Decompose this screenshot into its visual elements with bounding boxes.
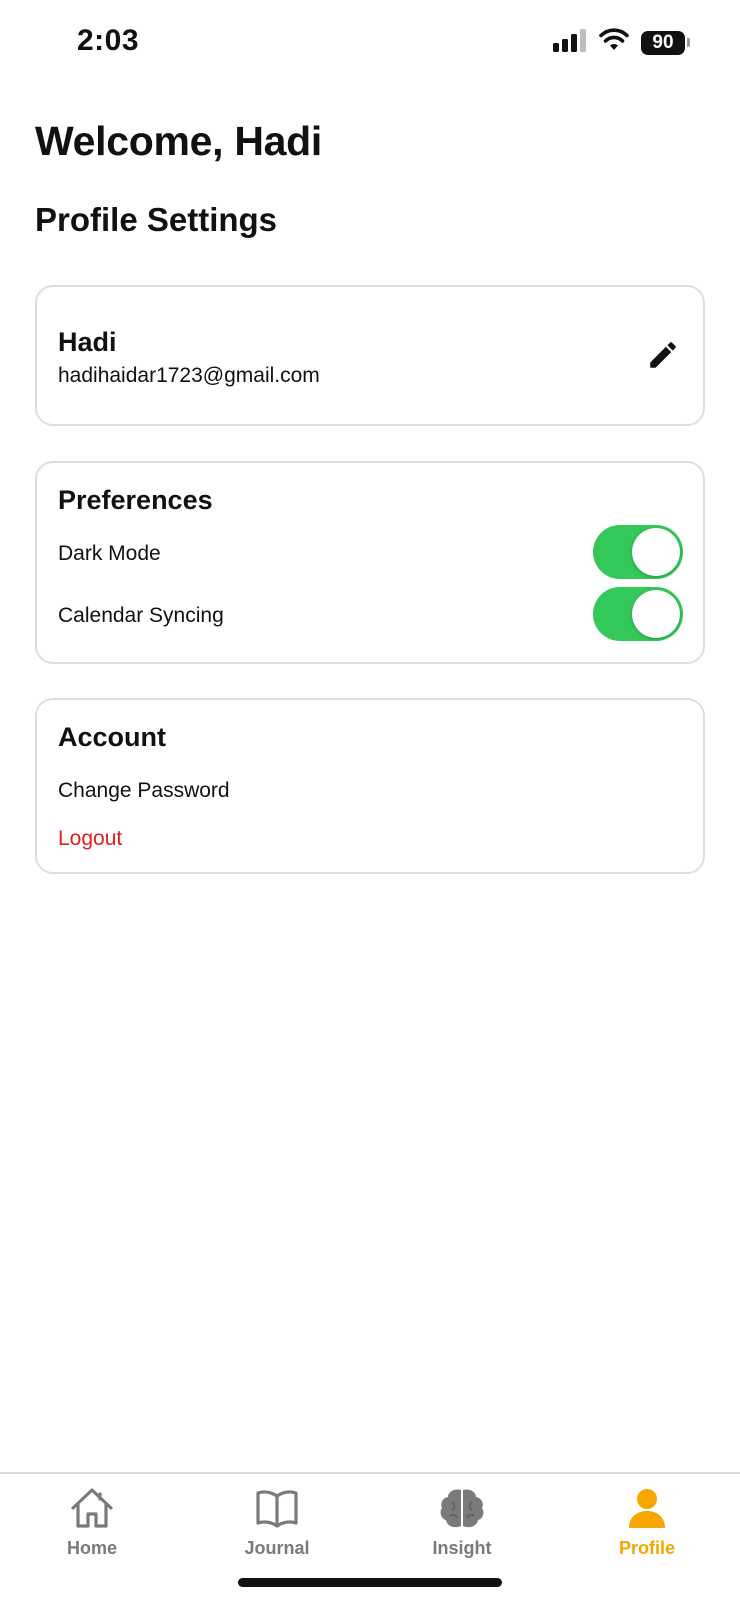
dark-mode-label: Dark Mode — [58, 542, 161, 565]
calendar-syncing-toggle[interactable] — [593, 587, 683, 641]
wifi-icon — [599, 28, 629, 57]
profile-email: hadihaidar1723@gmail.com — [58, 364, 320, 387]
dark-mode-toggle[interactable] — [593, 525, 683, 579]
cellular-signal-icon — [553, 28, 587, 57]
brain-icon — [438, 1484, 486, 1532]
tab-journal[interactable]: Journal — [217, 1484, 337, 1559]
battery-level: 90 — [641, 30, 685, 55]
pencil-icon — [646, 338, 680, 377]
tab-profile-label: Profile — [618, 1538, 675, 1558]
account-card: Account Change Password Logout — [35, 698, 705, 874]
profile-card: Hadi hadihaidar1723@gmail.com — [35, 285, 705, 426]
tab-journal-label: Journal — [244, 1538, 310, 1558]
status-time: 2:03 — [77, 24, 140, 57]
toggle-knob — [632, 590, 680, 638]
status-bar: 2:03 90 — [0, 0, 740, 84]
house-icon — [68, 1484, 116, 1532]
calendar-syncing-label: Calendar Syncing — [58, 604, 224, 627]
logout-link[interactable]: Logout — [58, 827, 122, 851]
tab-home-label: Home — [66, 1538, 117, 1558]
battery-icon: 90 — [641, 30, 690, 55]
edit-profile-button[interactable] — [643, 337, 683, 377]
person-icon — [623, 1484, 671, 1532]
tab-insight-label: Insight — [432, 1538, 492, 1558]
tab-home[interactable]: Home — [32, 1484, 152, 1559]
welcome-heading: Welcome, Hadi — [35, 118, 322, 164]
account-heading: Account — [58, 722, 166, 752]
status-icons: 90 — [553, 28, 690, 57]
home-indicator — [238, 1578, 502, 1587]
change-password-link[interactable]: Change Password — [58, 779, 230, 803]
tab-insight[interactable]: Insight — [402, 1484, 522, 1559]
page-title: Profile Settings — [35, 201, 278, 238]
preferences-card: Preferences Dark Mode Calendar Syncing — [35, 461, 705, 664]
tab-profile[interactable]: Profile — [587, 1484, 707, 1559]
preferences-heading: Preferences — [58, 485, 213, 515]
profile-name: Hadi — [58, 327, 117, 357]
book-icon — [253, 1484, 301, 1532]
toggle-knob — [632, 528, 680, 576]
